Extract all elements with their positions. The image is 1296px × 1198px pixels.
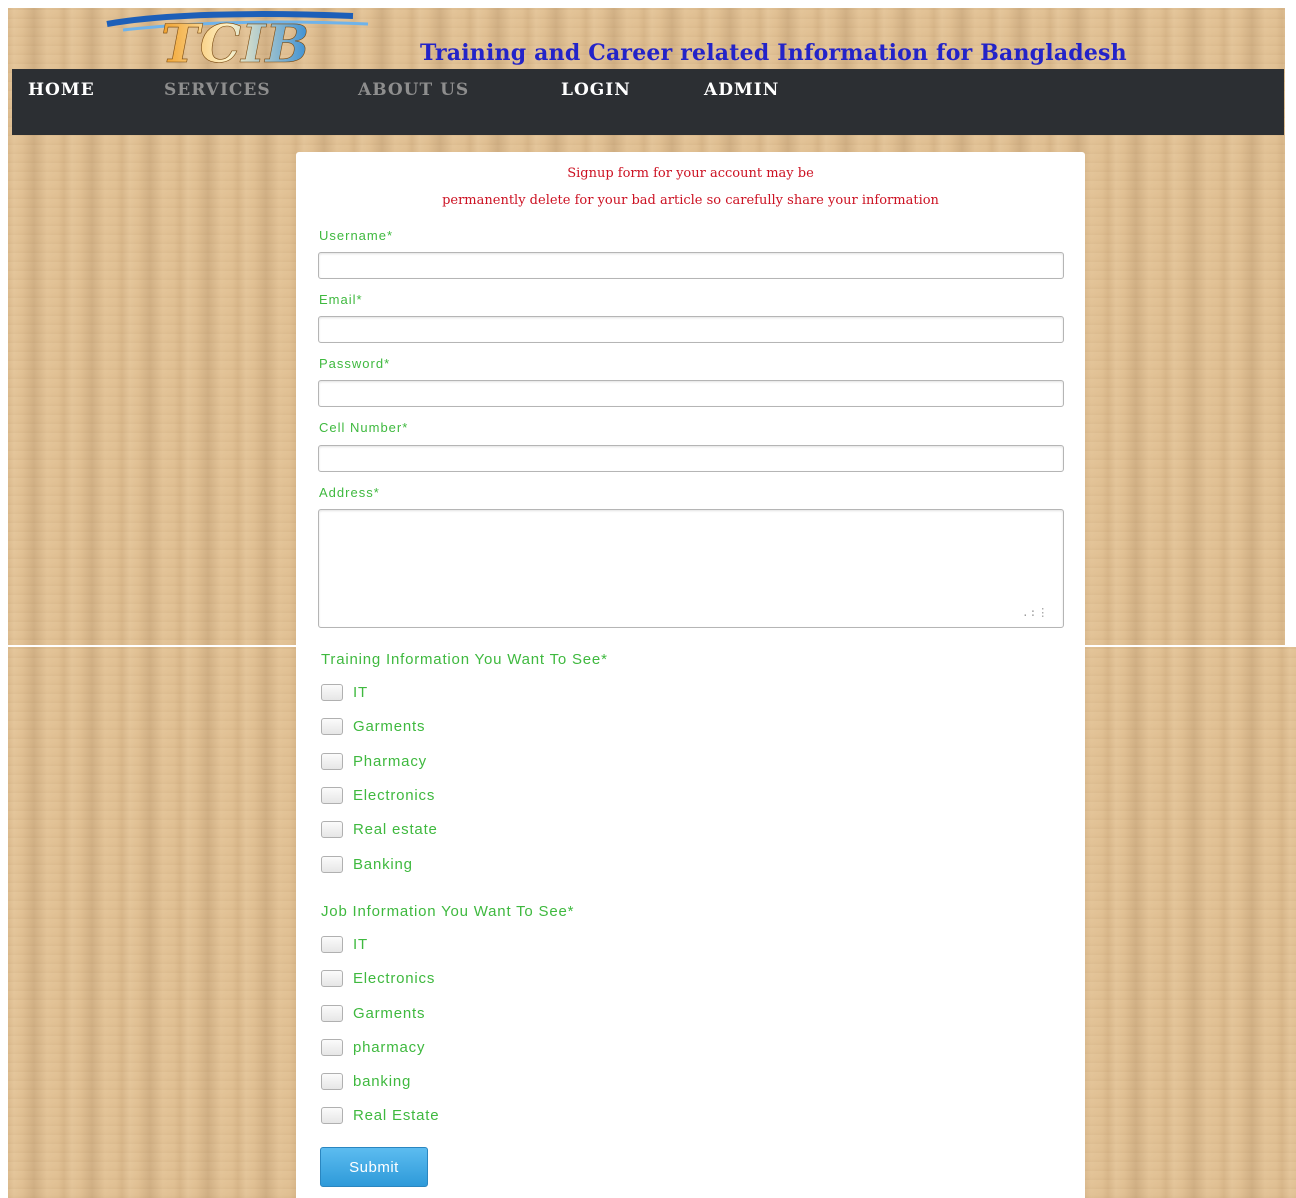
checkbox[interactable] [321,683,343,701]
checkbox-label: banking [353,1072,412,1090]
nav-admin-link[interactable]: ADMIN [704,80,779,100]
page-left-edge [0,0,8,1198]
checkbox-label: Electronics [353,969,436,987]
username-input[interactable] [318,252,1064,279]
logo-text: TCIB [161,14,309,68]
checkbox-label: IT [353,935,368,953]
checkbox-label: Pharmacy [353,752,427,770]
tcib-logo-icon[interactable]: TCIB [103,10,393,68]
training-option-garments[interactable]: Garments [321,716,425,736]
training-option-real-estate[interactable]: Real estate [321,819,438,839]
training-section-title: Training Information You Want To See* [321,651,608,668]
checkbox[interactable] [321,935,343,953]
job-option-it[interactable]: IT [321,934,368,954]
checkbox[interactable] [321,969,343,987]
training-option-banking[interactable]: Banking [321,854,413,874]
training-option-electronics[interactable]: Electronics [321,785,435,805]
checkbox-label: Real Estate [353,1106,440,1124]
checkbox-label: Real estate [353,820,438,838]
signup-notice-line-2: permanently delete for your bad article … [442,193,939,208]
checkbox[interactable] [321,752,343,770]
cell-number-input[interactable] [318,445,1064,472]
checkbox-label: Banking [353,855,413,873]
nav-login-link[interactable]: LOGIN [561,80,631,100]
page-top-edge [0,0,1296,8]
job-option-pharmacy[interactable]: pharmacy [321,1037,425,1057]
nav-about-link[interactable]: ABOUT US [358,80,469,100]
email-input[interactable] [318,316,1064,343]
job-option-electronics[interactable]: Electronics [321,968,435,988]
checkbox-label: IT [353,683,368,701]
training-option-pharmacy[interactable]: Pharmacy [321,751,427,771]
job-option-banking[interactable]: banking [321,1071,411,1091]
address-label: Address* [319,485,380,500]
address-textarea[interactable] [318,509,1064,628]
checkbox[interactable] [321,1004,343,1022]
checkbox[interactable] [321,1106,343,1124]
checkbox[interactable] [321,1072,343,1090]
checkbox-label: Garments [353,1004,426,1022]
job-section-title: Job Information You Want To See* [321,903,575,920]
training-option-it[interactable]: IT [321,682,368,702]
job-option-real-estate[interactable]: Real Estate [321,1105,439,1125]
navbar [12,69,1284,135]
cell-number-label: Cell Number* [319,420,409,435]
job-option-garments[interactable]: Garments [321,1003,425,1023]
checkbox[interactable] [321,786,343,804]
password-input[interactable] [318,380,1064,407]
checkbox-label: pharmacy [353,1038,426,1056]
nav-home-link[interactable]: HOME [28,80,95,100]
checkbox[interactable] [321,717,343,735]
checkbox[interactable] [321,855,343,873]
checkbox[interactable] [321,820,343,838]
checkbox-label: Garments [353,717,426,735]
site-title: Training and Career related Information … [420,40,1127,66]
checkbox-label: Electronics [353,786,436,804]
page-right-edge [1285,0,1296,645]
submit-button[interactable]: Submit [320,1147,428,1187]
resize-grip-icon[interactable]: .:⋮ [1022,604,1052,622]
password-label: Password* [319,356,391,371]
username-label: Username* [319,228,394,243]
signup-notice-line-1: Signup form for your account may be [567,166,814,181]
nav-services-link[interactable]: SERVICES [164,80,271,100]
checkbox[interactable] [321,1038,343,1056]
email-label: Email* [319,292,363,307]
